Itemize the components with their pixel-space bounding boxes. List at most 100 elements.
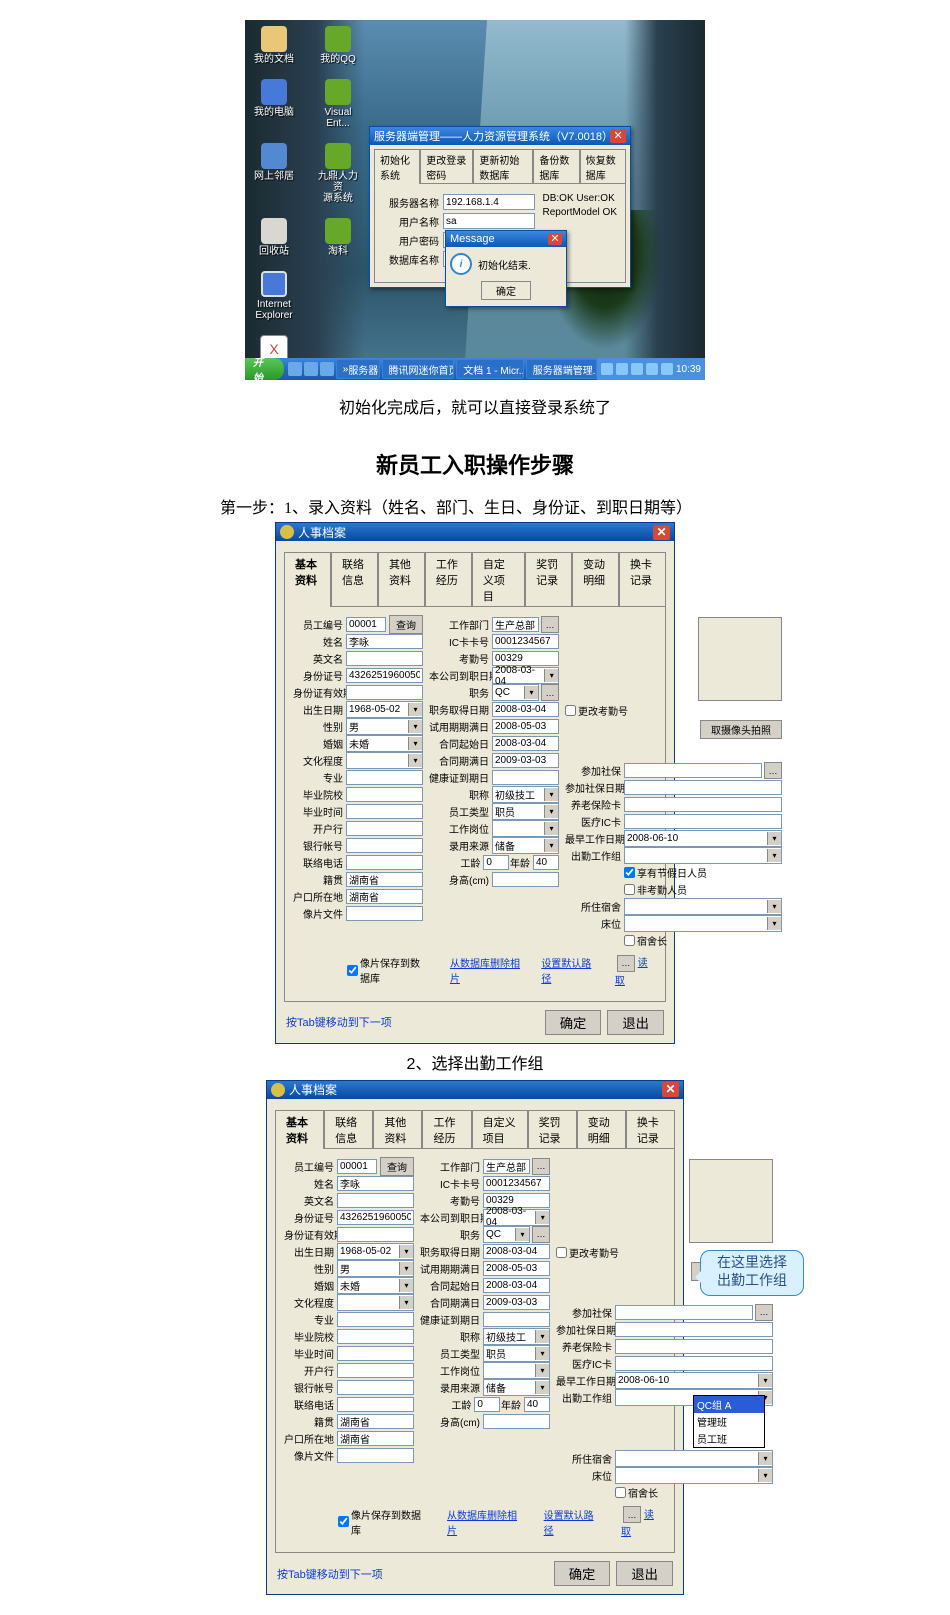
dept-browse-button[interactable]: … bbox=[541, 616, 559, 633]
tab-update-db[interactable]: 更新初始数据库 bbox=[473, 149, 533, 184]
save-photo-checkbox[interactable]: 像片保存到数据库 bbox=[338, 1507, 427, 1537]
school-input[interactable] bbox=[346, 787, 423, 802]
tab-contact[interactable]: 联络信息 bbox=[324, 1110, 373, 1149]
firstday-select[interactable]: 2008-06-10▾ bbox=[624, 830, 782, 847]
firstday-select[interactable]: 2008-06-10▾ bbox=[615, 1372, 773, 1389]
socdate-input[interactable] bbox=[615, 1322, 773, 1337]
exit-button[interactable]: 退出 bbox=[607, 1010, 664, 1035]
server-dialog-titlebar[interactable]: 服务器端管理——人力资源管理系统（V7.0018） ✕ bbox=[370, 127, 630, 145]
tab-changes[interactable]: 变动明细 bbox=[572, 552, 619, 607]
read-browse-button[interactable]: … bbox=[623, 1506, 641, 1523]
tab-cardlog[interactable]: 换卡记录 bbox=[619, 552, 666, 607]
attgroup-select[interactable]: ▾ bbox=[624, 847, 782, 864]
taskbar-item-word[interactable]: 文档 1 - Micr... bbox=[456, 359, 524, 379]
job-select[interactable]: QC▾ bbox=[483, 1226, 530, 1243]
tab-contact[interactable]: 联络信息 bbox=[331, 552, 378, 607]
icon-hr-system[interactable]: 九鼎人力资 源系统 bbox=[315, 143, 361, 204]
probend-input[interactable] bbox=[483, 1261, 550, 1276]
close-icon[interactable]: ✕ bbox=[653, 525, 670, 540]
soc-browse-button[interactable]: … bbox=[764, 762, 782, 779]
bank-input[interactable] bbox=[337, 1363, 414, 1378]
dropdown-option[interactable]: 管理班 bbox=[694, 1413, 764, 1430]
tab-basic-info[interactable]: 基本资料 bbox=[284, 552, 331, 607]
tab-changes[interactable]: 变动明细 bbox=[577, 1110, 626, 1149]
post-select[interactable]: ▾ bbox=[483, 1362, 550, 1379]
age-input[interactable] bbox=[533, 855, 559, 870]
ok-button[interactable]: 确定 bbox=[554, 1561, 611, 1586]
native-input[interactable] bbox=[337, 1414, 414, 1429]
hr-dialog-titlebar[interactable]: 人事档案 ✕ bbox=[276, 523, 674, 541]
idexp-input[interactable] bbox=[346, 685, 423, 700]
pension-input[interactable] bbox=[624, 797, 782, 812]
icon-visualent[interactable]: Visual Ent... bbox=[315, 79, 361, 129]
delete-photo-link[interactable]: 从数据库删除相片 bbox=[447, 1507, 524, 1537]
soc-input[interactable] bbox=[624, 763, 762, 778]
attgroup-dropdown-open[interactable]: QC组 A 管理班 员工班 bbox=[693, 1395, 765, 1448]
close-icon[interactable]: ✕ bbox=[662, 1082, 679, 1097]
dept-input[interactable] bbox=[483, 1159, 530, 1174]
icon-network[interactable]: 网上邻居 bbox=[251, 143, 297, 204]
photofile-input[interactable] bbox=[337, 1448, 414, 1463]
hukou-input[interactable] bbox=[346, 889, 423, 904]
gradtime-input[interactable] bbox=[346, 804, 423, 819]
tray-icon[interactable] bbox=[616, 363, 628, 375]
post-select[interactable]: ▾ bbox=[492, 820, 559, 837]
change-attno-checkbox[interactable]: 更改考勤号 bbox=[565, 703, 628, 718]
edu-select[interactable]: ▾ bbox=[346, 752, 423, 769]
read-browse-button[interactable]: … bbox=[617, 955, 635, 972]
tab-init-system[interactable]: 初始化系统 bbox=[374, 149, 420, 184]
tenure-input[interactable] bbox=[483, 855, 509, 870]
tab-reward[interactable]: 奖罚记录 bbox=[525, 552, 572, 607]
cend-input[interactable] bbox=[483, 1295, 550, 1310]
bank-input[interactable] bbox=[346, 821, 423, 836]
tab-backup-db[interactable]: 备份数据库 bbox=[533, 149, 579, 184]
edu-select[interactable]: ▾ bbox=[337, 1294, 414, 1311]
change-attno-checkbox[interactable]: 更改考勤号 bbox=[556, 1245, 619, 1260]
tenure-input[interactable] bbox=[474, 1397, 500, 1412]
ename-input[interactable] bbox=[337, 1193, 414, 1208]
title-select[interactable]: 初级技工▾ bbox=[492, 786, 559, 803]
dormhead-checkbox[interactable]: 宿舍长 bbox=[615, 1485, 658, 1500]
icon-my-documents[interactable]: 我的文档 bbox=[251, 26, 297, 65]
holiday-checkbox[interactable]: 享有节假日人员 bbox=[624, 865, 707, 880]
server-name-input[interactable] bbox=[443, 194, 535, 210]
tab-other[interactable]: 其他资料 bbox=[373, 1110, 422, 1149]
name-input[interactable] bbox=[346, 634, 423, 649]
dropdown-option[interactable]: QC组 A bbox=[694, 1396, 764, 1413]
sex-select[interactable]: 男▾ bbox=[346, 718, 423, 735]
user-name-input[interactable] bbox=[443, 213, 535, 229]
close-icon[interactable]: ✕ bbox=[610, 129, 626, 143]
start-button[interactable]: 开始 bbox=[245, 358, 284, 380]
health-input[interactable] bbox=[483, 1312, 550, 1327]
msgbox-titlebar[interactable]: Message ✕ bbox=[446, 231, 566, 247]
jobdate-input[interactable] bbox=[492, 702, 559, 717]
tray-icon[interactable] bbox=[646, 363, 658, 375]
ok-button[interactable]: 确定 bbox=[545, 1010, 602, 1035]
hukou-input[interactable] bbox=[337, 1431, 414, 1446]
idno-input[interactable] bbox=[346, 668, 423, 683]
probend-input[interactable] bbox=[492, 719, 559, 734]
acct-input[interactable] bbox=[346, 838, 423, 853]
taskbar-item-servermgr[interactable]: 服务器端管理... bbox=[526, 359, 597, 379]
hire-select[interactable]: 2008-03-04▾ bbox=[483, 1209, 550, 1226]
dept-browse-button[interactable]: … bbox=[532, 1158, 550, 1175]
sex-select[interactable]: 男▾ bbox=[337, 1260, 414, 1277]
name-input[interactable] bbox=[337, 1176, 414, 1191]
delete-photo-link[interactable]: 从数据库删除相片 bbox=[450, 955, 521, 985]
tab-workexp[interactable]: 工作经历 bbox=[425, 552, 472, 607]
set-default-path-link[interactable]: 设置默认路径 bbox=[544, 1507, 601, 1537]
taskbar-item-server[interactable]: »服务器 bbox=[336, 359, 380, 379]
tab-reward[interactable]: 奖罚记录 bbox=[528, 1110, 577, 1149]
cstart-input[interactable] bbox=[492, 736, 559, 751]
job-select[interactable]: QC▾ bbox=[492, 684, 539, 701]
save-photo-checkbox[interactable]: 像片保存到数据库 bbox=[347, 955, 430, 985]
cstart-input[interactable] bbox=[483, 1278, 550, 1293]
health-input[interactable] bbox=[492, 770, 559, 785]
pension-input[interactable] bbox=[615, 1339, 773, 1354]
icon-recycle-bin[interactable]: 回收站 bbox=[251, 218, 297, 257]
dropdown-option[interactable]: 员工班 bbox=[694, 1430, 764, 1447]
job-browse-button[interactable]: … bbox=[541, 684, 559, 701]
tab-workexp[interactable]: 工作经历 bbox=[422, 1110, 471, 1149]
tray-icon[interactable] bbox=[601, 363, 613, 375]
jobdate-input[interactable] bbox=[483, 1244, 550, 1259]
